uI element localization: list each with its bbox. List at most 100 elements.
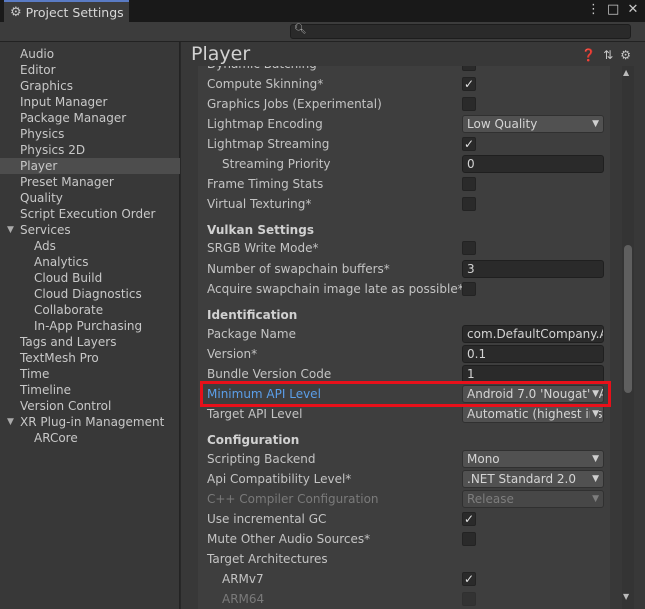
more-options-icon[interactable]: ⋮ — [587, 2, 600, 17]
mute-other-audio-sources-checkbox[interactable] — [462, 532, 476, 546]
setting-label: Version* — [207, 347, 258, 361]
streaming-priority-field[interactable]: 0 — [462, 155, 604, 173]
sidebar-item-label: Package Manager — [20, 111, 127, 125]
use-incremental-gc-checkbox[interactable]: ✓ — [462, 512, 476, 526]
lightmap-encoding-dropdown[interactable]: Low Quality ▼ — [462, 115, 604, 133]
setting-row-mute-other-audio-sources: Mute Other Audio Sources* — [198, 529, 610, 549]
gear-icon[interactable]: ⚙ — [620, 48, 631, 62]
sidebar-item-tags-and-layers[interactable]: Tags and Layers — [0, 334, 180, 350]
sidebar-item-graphics[interactable]: Graphics — [0, 78, 180, 94]
sidebar-item-script-execution-order[interactable]: Script Execution Order — [0, 206, 180, 222]
sidebar-item-physics[interactable]: Physics — [0, 126, 180, 142]
version-field[interactable]: 0.1 — [462, 345, 604, 363]
armv7-checkbox[interactable]: ✓ — [462, 572, 476, 586]
project-settings-tab[interactable]: ⚙ Project Settings — [4, 0, 129, 23]
number-of-swapchain-buffers-field[interactable]: 3 — [462, 260, 604, 278]
setting-row-virtual-texturing: Virtual Texturing* — [198, 194, 610, 214]
sidebar-item-collaborate[interactable]: Collaborate — [0, 302, 180, 318]
scroll-down-icon[interactable]: ▼ — [623, 592, 629, 601]
dynamic-batching-checkbox[interactable] — [462, 66, 476, 71]
sidebar-item-label: Services — [20, 223, 71, 237]
target-api-level-dropdown[interactable]: Automatic (highest ins ▼ — [462, 405, 604, 423]
package-name-field[interactable]: com.DefaultCompany.Ar — [462, 325, 604, 343]
sidebar-item-time[interactable]: Time — [0, 366, 180, 382]
sidebar-item-label: Analytics — [34, 255, 89, 269]
graphics-jobs-experimental-checkbox[interactable] — [462, 97, 476, 111]
setting-label: Streaming Priority — [222, 157, 331, 171]
sidebar-item-input-manager[interactable]: Input Manager — [0, 94, 180, 110]
sidebar-item-label: Input Manager — [20, 95, 108, 109]
compute-skinning-checkbox[interactable]: ✓ — [462, 77, 476, 91]
sidebar-item-analytics[interactable]: Analytics — [0, 254, 180, 270]
setting-label: ARM64 — [222, 592, 265, 606]
settings-panel: Dynamic Batching Compute Skinning* ✓ Graphi… — [198, 66, 610, 609]
sidebar-item-label: Timeline — [20, 383, 72, 397]
dropdown-value: Android 7.0 'Nougat' (A — [467, 387, 604, 401]
sidebar-item-ads[interactable]: Ads — [0, 238, 180, 254]
chevron-down-icon: ▼ — [590, 451, 599, 467]
sidebar-item-quality[interactable]: Quality — [0, 190, 180, 206]
expand-arrow-icon[interactable]: ▼ — [7, 414, 14, 430]
virtual-texturing-checkbox[interactable] — [462, 197, 476, 211]
scroll-up-icon[interactable]: ▲ — [623, 68, 629, 77]
acquire-swapchain-image-late-as-possible-checkbox[interactable] — [462, 282, 476, 296]
srgb-write-mode-checkbox[interactable] — [462, 241, 476, 255]
sidebar-item-package-manager[interactable]: Package Manager — [0, 110, 180, 126]
setting-label: Api Compatibility Level* — [207, 472, 352, 486]
sidebar-item-label: Physics — [20, 127, 65, 141]
setting-label: Dynamic Batching — [207, 66, 317, 71]
sidebar-item-label: Cloud Diagnostics — [34, 287, 142, 301]
setting-row-version: Version* 0.1 — [198, 344, 610, 364]
section-header: Vulkan Settings — [207, 223, 314, 237]
expand-arrow-icon[interactable]: ▼ — [7, 222, 14, 238]
search-input[interactable]: 🔍︎ — [290, 24, 631, 39]
setting-row-target-api-level: Target API Level Automatic (highest ins ▼ — [198, 404, 610, 424]
scripting-backend-dropdown[interactable]: Mono ▼ — [462, 450, 604, 468]
sidebar-item-preset-manager[interactable]: Preset Manager — [0, 174, 180, 190]
help-icon[interactable]: ❓ — [581, 48, 596, 62]
sidebar-item-audio[interactable]: Audio — [0, 46, 180, 62]
inspector-header: Player ❓ ⇅ ⚙ — [181, 42, 645, 66]
dropdown-value: .NET Standard 2.0 — [467, 472, 577, 486]
setting-label: Virtual Texturing* — [207, 197, 312, 211]
sidebar-item-player[interactable]: Player — [0, 158, 180, 174]
sidebar-item-label: Preset Manager — [20, 175, 114, 189]
sidebar-item-cloud-diagnostics[interactable]: Cloud Diagnostics — [0, 286, 180, 302]
sidebar-item-version-control[interactable]: Version Control — [0, 398, 180, 414]
setting-label: SRGB Write Mode* — [207, 241, 319, 255]
setting-label: Target API Level — [207, 407, 303, 421]
sidebar-item-services[interactable]: ▼ Services — [0, 222, 180, 238]
sidebar-item-label: Cloud Build — [34, 271, 103, 285]
sidebar-item-physics-2d[interactable]: Physics 2D — [0, 142, 180, 158]
setting-row-package-name: Package Name com.DefaultCompany.Ar — [198, 324, 610, 344]
sliders-icon[interactable]: ⇅ — [603, 48, 613, 62]
setting-label: Package Name — [207, 327, 296, 341]
setting-label: Acquire swapchain image late as possible… — [207, 282, 464, 296]
sidebar-item-label: Player — [20, 159, 58, 173]
sidebar-item-cloud-build[interactable]: Cloud Build — [0, 270, 180, 286]
window-controls: ⋮ □ ✕ — [587, 2, 639, 17]
setting-row-number-of-swapchain-buffers: Number of swapchain buffers* 3 — [198, 259, 610, 279]
api-compatibility-level-dropdown[interactable]: .NET Standard 2.0 ▼ — [462, 470, 604, 488]
setting-row-identification: Identification — [198, 305, 610, 325]
lightmap-streaming-checkbox[interactable]: ✓ — [462, 137, 476, 151]
close-icon[interactable]: ✕ — [627, 2, 639, 17]
bundle-version-code-field[interactable]: 1 — [462, 365, 604, 383]
sidebar-item-arcore[interactable]: ARCore — [0, 430, 180, 446]
dropdown-value: Release — [467, 492, 514, 506]
chevron-down-icon: ▼ — [590, 116, 599, 132]
sidebar-item-timeline[interactable]: Timeline — [0, 382, 180, 398]
frame-timing-stats-checkbox[interactable] — [462, 177, 476, 191]
sidebar-item-editor[interactable]: Editor — [0, 62, 180, 78]
sidebar-item-in-app-purchasing[interactable]: In-App Purchasing — [0, 318, 180, 334]
minimum-api-level-dropdown[interactable]: Android 7.0 'Nougat' (A ▼ — [462, 385, 604, 403]
maximize-icon[interactable]: □ — [607, 2, 619, 17]
setting-row-configuration: Configuration — [198, 430, 610, 450]
sidebar-item-xr-plug-in-management[interactable]: ▼ XR Plug-in Management — [0, 414, 180, 430]
setting-row-target-architectures: Target Architectures — [198, 549, 610, 569]
sidebar-item-label: XR Plug-in Management — [20, 415, 165, 429]
setting-row-lightmap-encoding: Lightmap Encoding Low Quality ▼ — [198, 114, 610, 134]
setting-label: Lightmap Streaming — [207, 137, 330, 151]
scrollbar-thumb[interactable] — [624, 245, 632, 393]
sidebar-item-textmesh-pro[interactable]: TextMesh Pro — [0, 350, 180, 366]
